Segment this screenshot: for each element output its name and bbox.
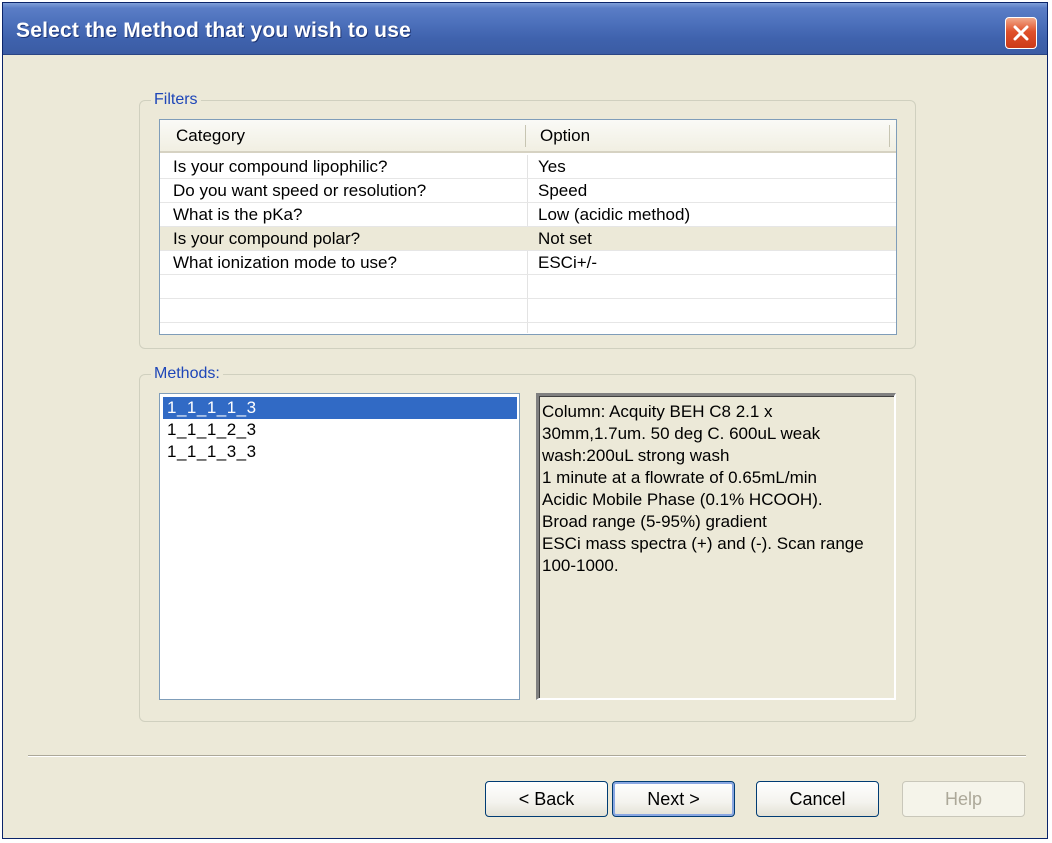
column-header-category[interactable]: Category (176, 126, 245, 146)
description-line: wash:200uL strong wash (542, 446, 730, 465)
close-icon (1013, 25, 1029, 41)
next-button[interactable]: Next > (612, 781, 735, 817)
description-line: Column: Acquity BEH C8 2.1 x (542, 402, 773, 421)
header-separator[interactable] (525, 125, 526, 147)
title-bar[interactable]: Select the Method that you wish to use (3, 3, 1047, 55)
description-line: ESCi mass spectra (+) and (-). Scan rang… (542, 534, 864, 553)
filter-row[interactable]: What is the pKa? Low (acidic method) (160, 203, 896, 227)
filter-category: Is your compound polar? (173, 229, 361, 248)
grid-header: Category Option (160, 120, 896, 153)
filter-option[interactable]: Yes (538, 157, 566, 177)
column-header-option[interactable]: Option (540, 126, 590, 146)
filter-row[interactable]: What ionization mode to use? ESCi+/- (160, 251, 896, 275)
empty-row (160, 275, 896, 299)
filters-grid[interactable]: Category Option Is your compound lipophi… (159, 119, 897, 335)
description-line: Acidic Mobile Phase (0.1% HCOOH). (542, 490, 823, 509)
filter-row[interactable]: Do you want speed or resolution? Speed (160, 179, 896, 203)
methods-list[interactable]: 1_1_1_1_3 1_1_1_2_3 1_1_1_3_3 (159, 393, 520, 700)
description-line: 30mm,1.7um. 50 deg C. 600uL weak (542, 424, 821, 443)
window-title: Select the Method that you wish to use (16, 19, 411, 42)
method-item-selected[interactable]: 1_1_1_1_3 (163, 397, 517, 419)
cancel-button[interactable]: Cancel (756, 781, 879, 817)
help-button[interactable]: Help (902, 781, 1025, 817)
close-button[interactable] (1005, 17, 1037, 49)
filter-category: What ionization mode to use? (173, 253, 397, 272)
description-line: Broad range (5-95%) gradient (542, 512, 767, 531)
method-item[interactable]: 1_1_1_3_3 (163, 441, 517, 463)
filter-option[interactable]: Speed (538, 181, 587, 201)
method-description: Column: Acquity BEH C8 2.1 x 30mm,1.7um.… (536, 393, 896, 700)
filters-legend: Filters (151, 91, 201, 109)
filter-option[interactable]: ESCi+/- (538, 253, 597, 273)
filter-category: What is the pKa? (173, 205, 303, 224)
method-item[interactable]: 1_1_1_2_3 (163, 419, 517, 441)
back-button[interactable]: < Back (485, 781, 608, 817)
methods-legend: Methods: (151, 365, 223, 383)
button-separator (28, 755, 1026, 757)
filter-row[interactable]: Is your compound lipophilic? Yes (160, 155, 896, 179)
filter-category: Is your compound lipophilic? (173, 157, 388, 176)
description-line: 1 minute at a flowrate of 0.65mL/min (542, 468, 817, 487)
empty-row (160, 299, 896, 323)
filter-category: Do you want speed or resolution? (173, 181, 427, 200)
filter-option[interactable]: Low (acidic method) (538, 205, 690, 225)
header-separator[interactable] (889, 125, 890, 147)
filter-option[interactable]: Not set (538, 229, 592, 249)
description-line: 100-1000. (542, 556, 619, 575)
filter-row-selected[interactable]: Is your compound polar? Not set (160, 227, 896, 251)
